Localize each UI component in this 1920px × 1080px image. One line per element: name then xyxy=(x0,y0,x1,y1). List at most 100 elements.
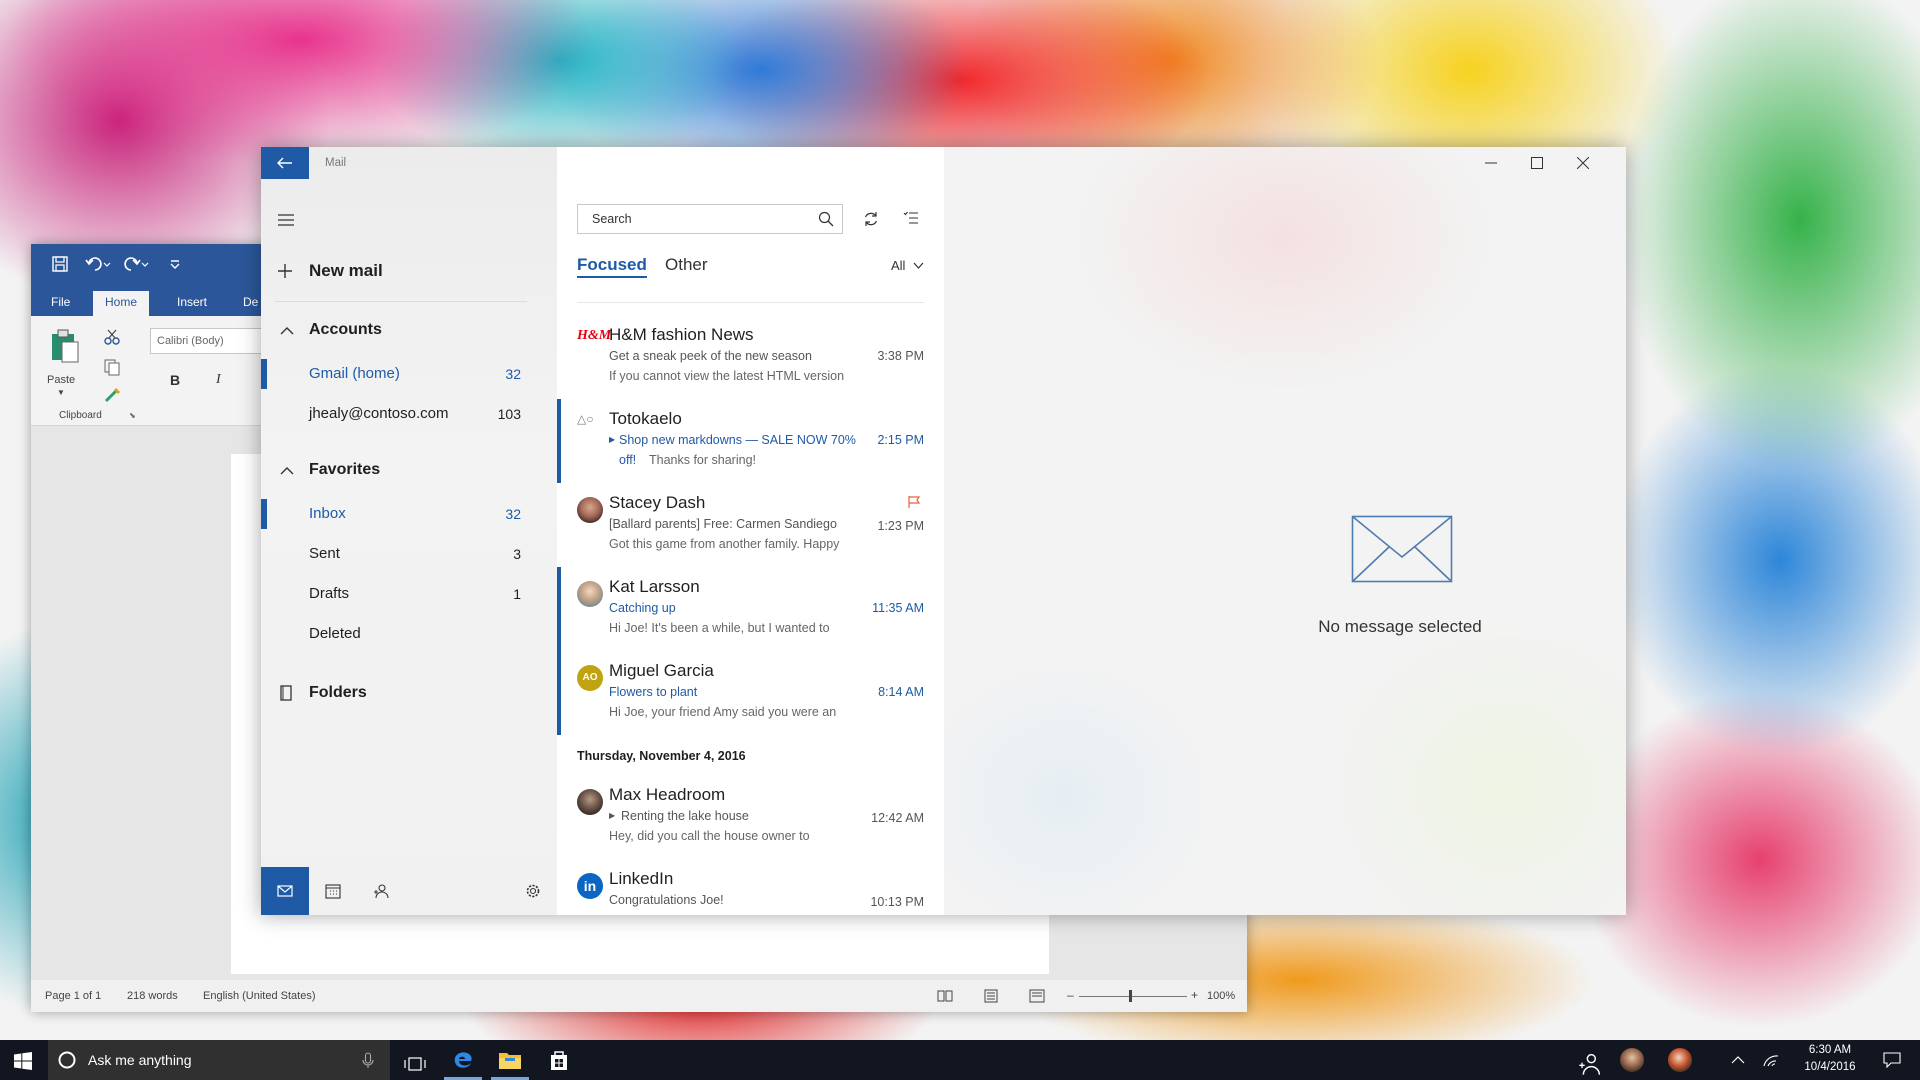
font-name-box[interactable]: Calibri (Body) xyxy=(150,328,270,354)
search-placeholder: Search xyxy=(592,212,632,226)
calendar-icon[interactable] xyxy=(325,883,341,899)
clipboard-group-label: Clipboard xyxy=(59,410,102,421)
account-item-contoso[interactable]: jhealy@contoso.com 103 xyxy=(261,395,557,433)
message-preview: Got this game from another family. Happy xyxy=(609,537,840,551)
zoom-slider[interactable] xyxy=(1079,996,1187,997)
message-time: 2:15 PM xyxy=(877,433,924,447)
new-mail-button[interactable]: New mail xyxy=(261,251,557,291)
microphone-icon[interactable] xyxy=(362,1052,374,1069)
file-explorer-icon[interactable] xyxy=(498,1048,522,1072)
message-time: 12:42 AM xyxy=(871,811,924,825)
filter-dropdown[interactable]: All xyxy=(891,257,924,275)
zoom-slider-thumb[interactable] xyxy=(1129,990,1132,1002)
undo-icon[interactable] xyxy=(85,255,111,273)
message-sender: Kat Larsson xyxy=(609,577,700,596)
word-count[interactable]: 218 words xyxy=(127,990,178,1002)
print-layout-icon[interactable] xyxy=(983,989,999,1003)
folder-item-sent[interactable]: Sent 3 xyxy=(261,535,557,573)
cut-icon[interactable] xyxy=(103,328,121,346)
edge-browser-icon[interactable] xyxy=(451,1048,475,1072)
message-item[interactable]: in LinkedIn Congratulations Joe! 10:13 P… xyxy=(557,859,944,915)
paste-label[interactable]: Paste xyxy=(47,374,75,386)
web-layout-icon[interactable] xyxy=(1029,989,1045,1003)
avatar xyxy=(577,789,603,815)
message-item[interactable]: Stacey Dash [Ballard parents] Free: Carm… xyxy=(557,483,944,567)
thread-expand-icon[interactable]: ▶ xyxy=(609,435,615,444)
task-view-icon[interactable] xyxy=(403,1052,427,1076)
minimize-button[interactable] xyxy=(1468,147,1514,179)
tab-home[interactable]: Home xyxy=(93,291,149,316)
flag-icon[interactable] xyxy=(907,495,921,509)
page-count[interactable]: Page 1 of 1 xyxy=(45,990,101,1002)
minimize-icon xyxy=(1485,162,1497,164)
store-icon[interactable] xyxy=(547,1048,571,1072)
message-sender: Max Headroom xyxy=(609,785,726,804)
message-preview-rest: Thanks for sharing! xyxy=(649,453,756,467)
paste-dropdown-icon[interactable]: ▼ xyxy=(57,388,65,397)
pinned-contact-avatar[interactable] xyxy=(1668,1048,1692,1072)
maximize-button[interactable] xyxy=(1514,147,1560,179)
save-icon[interactable] xyxy=(51,255,69,273)
message-item[interactable]: Max Headroom ▶ Renting the lake house He… xyxy=(557,775,944,859)
tab-other[interactable]: Other xyxy=(665,255,708,275)
read-mode-icon[interactable] xyxy=(937,989,953,1003)
folders-button[interactable]: Folders xyxy=(261,675,557,713)
folder-name: Drafts xyxy=(309,585,350,602)
language-indicator[interactable]: English (United States) xyxy=(203,990,316,1002)
search-icon[interactable] xyxy=(818,211,834,227)
people-icon[interactable] xyxy=(373,883,389,899)
hamburger-menu-icon[interactable] xyxy=(277,213,295,227)
favorites-header[interactable]: Favorites xyxy=(261,453,557,487)
thread-expand-icon[interactable]: ▶ xyxy=(609,811,615,820)
bold-button[interactable]: B xyxy=(170,372,180,388)
format-painter-icon[interactable] xyxy=(103,386,121,404)
clipboard-launcher-icon[interactable]: ⬊ xyxy=(129,411,136,420)
tab-file[interactable]: File xyxy=(39,291,82,316)
redo-icon[interactable] xyxy=(123,255,149,273)
message-preview: Hey, did you call the house owner to xyxy=(609,829,810,843)
folder-item-deleted[interactable]: Deleted xyxy=(261,615,557,653)
search-box[interactable]: Search xyxy=(577,204,843,234)
selection-mode-icon[interactable] xyxy=(903,211,919,225)
copy-icon[interactable] xyxy=(103,358,121,376)
message-item[interactable]: H&M H&M fashion News Get a sneak peek of… xyxy=(557,315,944,399)
new-mail-label: New mail xyxy=(309,261,383,280)
accounts-header[interactable]: Accounts xyxy=(261,313,557,347)
cortana-search-box[interactable]: Ask me anything xyxy=(48,1040,390,1080)
network-icon[interactable] xyxy=(1762,1052,1780,1068)
message-preview: If you cannot view the latest HTML versi… xyxy=(609,369,845,383)
pinned-contact-avatar[interactable] xyxy=(1620,1048,1644,1072)
settings-gear-icon[interactable] xyxy=(525,883,541,899)
italic-button[interactable]: I xyxy=(216,372,221,388)
zoom-in-button[interactable]: + xyxy=(1191,988,1198,1002)
message-item[interactable]: AO Miguel Garcia Flowers to plant Hi Joe… xyxy=(557,651,944,735)
message-item[interactable]: △○ Totokaelo ▶ Shop new markdowns — SALE… xyxy=(557,399,944,483)
tab-focused[interactable]: Focused xyxy=(577,255,647,278)
message-subject: [Ballard parents] Free: Carmen Sandiego xyxy=(609,517,837,531)
folder-item-inbox[interactable]: Inbox 32 xyxy=(261,495,557,533)
zoom-out-button[interactable]: – xyxy=(1067,988,1074,1002)
tab-insert[interactable]: Insert xyxy=(165,291,219,316)
folder-name: Deleted xyxy=(309,625,361,642)
zoom-level[interactable]: 100% xyxy=(1207,990,1235,1002)
paste-icon[interactable] xyxy=(49,328,81,364)
mail-switcher-button[interactable] xyxy=(261,867,309,915)
clock-date[interactable]: 10/4/2016 xyxy=(1800,1061,1860,1073)
divider xyxy=(577,302,924,303)
item-count: 1 xyxy=(513,586,521,602)
start-windows-icon[interactable] xyxy=(14,1052,32,1070)
sync-icon[interactable] xyxy=(863,211,879,227)
account-item-gmail[interactable]: Gmail (home) 32 xyxy=(261,355,557,393)
message-item[interactable]: Kat Larsson Catching up Hi Joe! It's bee… xyxy=(557,567,944,651)
folder-item-drafts[interactable]: Drafts 1 xyxy=(261,575,557,613)
action-center-icon[interactable] xyxy=(1883,1052,1901,1068)
close-button[interactable] xyxy=(1560,147,1606,179)
show-hidden-icons-chevron-icon[interactable] xyxy=(1731,1055,1745,1064)
clock-time[interactable]: 6:30 AM xyxy=(1800,1044,1860,1056)
back-button[interactable] xyxy=(261,147,309,179)
customize-toolbar-icon[interactable] xyxy=(169,258,181,270)
divider xyxy=(275,301,527,302)
message-subject: Flowers to plant xyxy=(609,685,698,699)
folder-name: Inbox xyxy=(309,505,346,522)
people-bar-icon[interactable] xyxy=(1578,1052,1602,1076)
